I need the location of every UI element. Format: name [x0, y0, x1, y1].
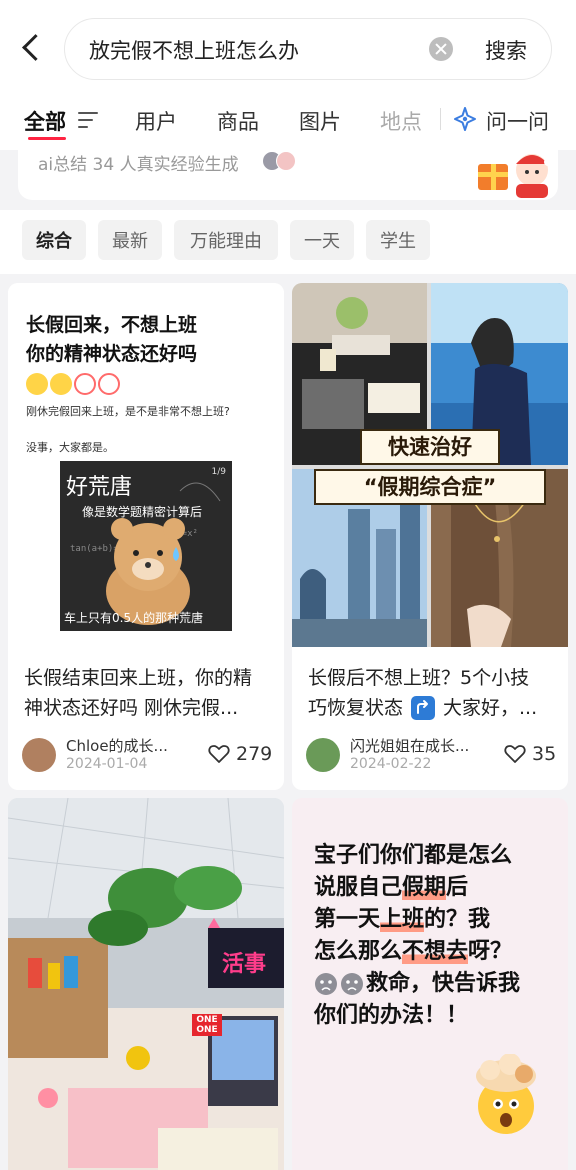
filter-icon[interactable] — [78, 112, 98, 128]
emoji-row — [26, 373, 120, 395]
tab-divider — [440, 108, 441, 130]
search-button[interactable]: 搜索 — [485, 35, 527, 65]
ai-contributor-avatars — [262, 151, 302, 171]
clown-face-icon — [98, 373, 120, 395]
tab-ask[interactable]: 问一问 — [486, 106, 549, 136]
sad-face-emoji-icon — [315, 973, 363, 995]
avatar[interactable] — [22, 738, 56, 772]
cover-banner: 快速治好 — [360, 429, 500, 465]
office-desk-illustration — [8, 798, 284, 1170]
like-count: 279 — [236, 743, 273, 765]
cover-body-text: 没事，大家都是。 — [26, 441, 114, 454]
author-name: Chloe的成长... — [66, 737, 168, 755]
filter-chip-latest[interactable]: 最新 — [98, 220, 162, 260]
note-cover: 长假回来，不想上班 你的精神状态还好吗 刚休完假回来上班，是不是非常不想上班? … — [8, 283, 284, 647]
note-card[interactable]: 活事 ONE ONE — [8, 798, 284, 1170]
like-count: 35 — [532, 743, 557, 765]
neon-sign: 活事 — [222, 952, 267, 977]
cover-body-text: 刚休完假回来上班，是不是非常不想上班? — [26, 405, 230, 418]
like-button[interactable]: 35 — [504, 743, 556, 765]
post-date: 2024-01-04 — [66, 756, 148, 772]
filter-chip-comprehensive[interactable]: 综合 — [22, 220, 86, 260]
note-card[interactable]: 宝子们你们都是怎么 说服自己假期后 第一天上班的？我 怎么那么不想去呀？ 救命，… — [292, 798, 568, 1170]
tab-all[interactable]: 全部 — [24, 106, 66, 136]
heart-icon — [504, 745, 526, 763]
tab-places[interactable]: 地点 — [380, 106, 422, 136]
ai-summary-card[interactable]: ai总结 34 人真实经验生成 — [18, 150, 558, 200]
tab-images[interactable]: 图片 — [299, 106, 341, 136]
filter-chip-one-day[interactable]: 一天 — [290, 220, 354, 260]
ask-sparkle-icon[interactable] — [452, 106, 478, 132]
ai-summary-text: ai总结 34 人真实经验生成 — [38, 155, 239, 175]
note-cover: 活事 ONE ONE — [8, 798, 284, 1170]
header-bar: 放完假不想上班怎么办 搜索 — [0, 0, 576, 92]
exploding-head-emoji-icon — [476, 1054, 536, 1134]
category-tabs: 全部 用户 商品 图片 地点 问一问 — [0, 92, 576, 150]
arrow-up-right-icon — [411, 696, 436, 720]
gift-mascot-icon — [478, 154, 552, 198]
filter-chip-bar: 综合 最新 万能理由 一天 学生 — [0, 210, 576, 274]
search-box[interactable]: 放完假不想上班怎么办 搜索 — [64, 18, 552, 80]
box-label: ONE ONE — [192, 1014, 222, 1036]
meme-subtitle: 像是数学题精密计算后 — [82, 505, 203, 519]
note-card[interactable]: 快速治好 “假期综合症” 长假后不想上班？5个小技 巧恢复状态 大家好，... … — [292, 283, 568, 790]
tab-products[interactable]: 商品 — [217, 106, 259, 136]
heart-icon — [208, 745, 230, 763]
dizzy-face-icon — [50, 373, 72, 395]
clown-face-icon — [74, 373, 96, 395]
note-author[interactable]: 闪光姐姐在成长... 2024-02-22 — [306, 737, 469, 773]
note-title: 长假结束回来上班，你的精 神状态还好吗 刚休完假... — [24, 667, 253, 719]
post-date: 2024-02-22 — [350, 756, 432, 772]
back-arrow-icon[interactable] — [18, 30, 50, 66]
meme-page-indicator: 1/9 — [211, 467, 226, 477]
meme-title: 好荒唐 — [66, 475, 133, 500]
cover-title: 长假回来，不想上班 你的精神状态还好吗 — [26, 314, 198, 365]
svg-text:tan(a+b)=: tan(a+b)= — [70, 544, 119, 554]
like-button[interactable]: 279 — [208, 743, 272, 765]
tab-users[interactable]: 用户 — [135, 106, 177, 136]
filter-chip-excuses[interactable]: 万能理由 — [174, 220, 278, 260]
author-name: 闪光姐姐在成长... — [350, 737, 470, 755]
note-cover: 快速治好 “假期综合症” — [292, 283, 568, 647]
clear-icon[interactable] — [429, 37, 453, 61]
note-author[interactable]: Chloe的成长... 2024-01-04 — [22, 737, 168, 773]
filter-chip-student[interactable]: 学生 — [366, 220, 430, 260]
meme-image: tan(a+b)= f(x)=x² 好荒唐 1/9 像是数学题精密计算后 车上只… — [60, 461, 232, 631]
cover-banner: “假期综合症” — [314, 469, 546, 505]
avatar — [276, 151, 296, 171]
note-card[interactable]: 长假回来，不想上班 你的精神状态还好吗 刚休完假回来上班，是不是非常不想上班? … — [8, 283, 284, 790]
avatar[interactable] — [306, 738, 340, 772]
meme-caption: 车上只有0.5人的那种荒唐 — [64, 611, 204, 625]
cover-text: 宝子们你们都是怎么 说服自己假期后 第一天上班的？我 怎么那么不想去呀？ 救命，… — [314, 843, 521, 1028]
dizzy-face-icon — [26, 373, 48, 395]
search-input[interactable]: 放完假不想上班怎么办 — [89, 35, 299, 65]
note-title: 长假后不想上班？5个小技 巧恢复状态 大家好，... — [308, 667, 538, 720]
active-tab-indicator — [28, 137, 66, 140]
